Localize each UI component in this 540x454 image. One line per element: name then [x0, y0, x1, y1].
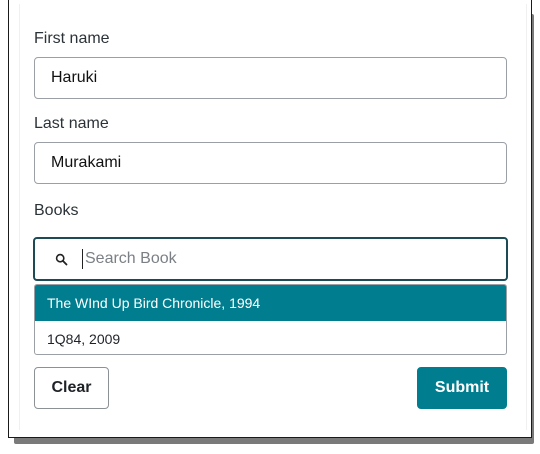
first-name-label: First name — [34, 30, 110, 47]
search-icon — [51, 253, 71, 266]
book-search-box[interactable] — [33, 237, 508, 281]
last-name-field[interactable]: Murakami — [34, 142, 507, 184]
first-name-field[interactable]: Haruki — [34, 57, 507, 99]
books-label: Books — [34, 202, 79, 219]
text-cursor — [82, 249, 83, 269]
last-name-label: Last name — [34, 115, 109, 132]
book-option-1[interactable]: The WInd Up Bird Chronicle, 1994 — [35, 285, 506, 321]
book-search-input[interactable] — [85, 250, 465, 268]
book-option-2[interactable]: 1Q84, 2009 — [35, 321, 506, 354]
book-suggestions-list: The WInd Up Bird Chronicle, 1994 1Q84, 2… — [34, 284, 507, 355]
first-name-value: Haruki — [51, 69, 98, 86]
clear-button[interactable]: Clear — [34, 367, 109, 409]
submit-button[interactable]: Submit — [417, 367, 507, 409]
last-name-value: Murakami — [51, 154, 122, 171]
